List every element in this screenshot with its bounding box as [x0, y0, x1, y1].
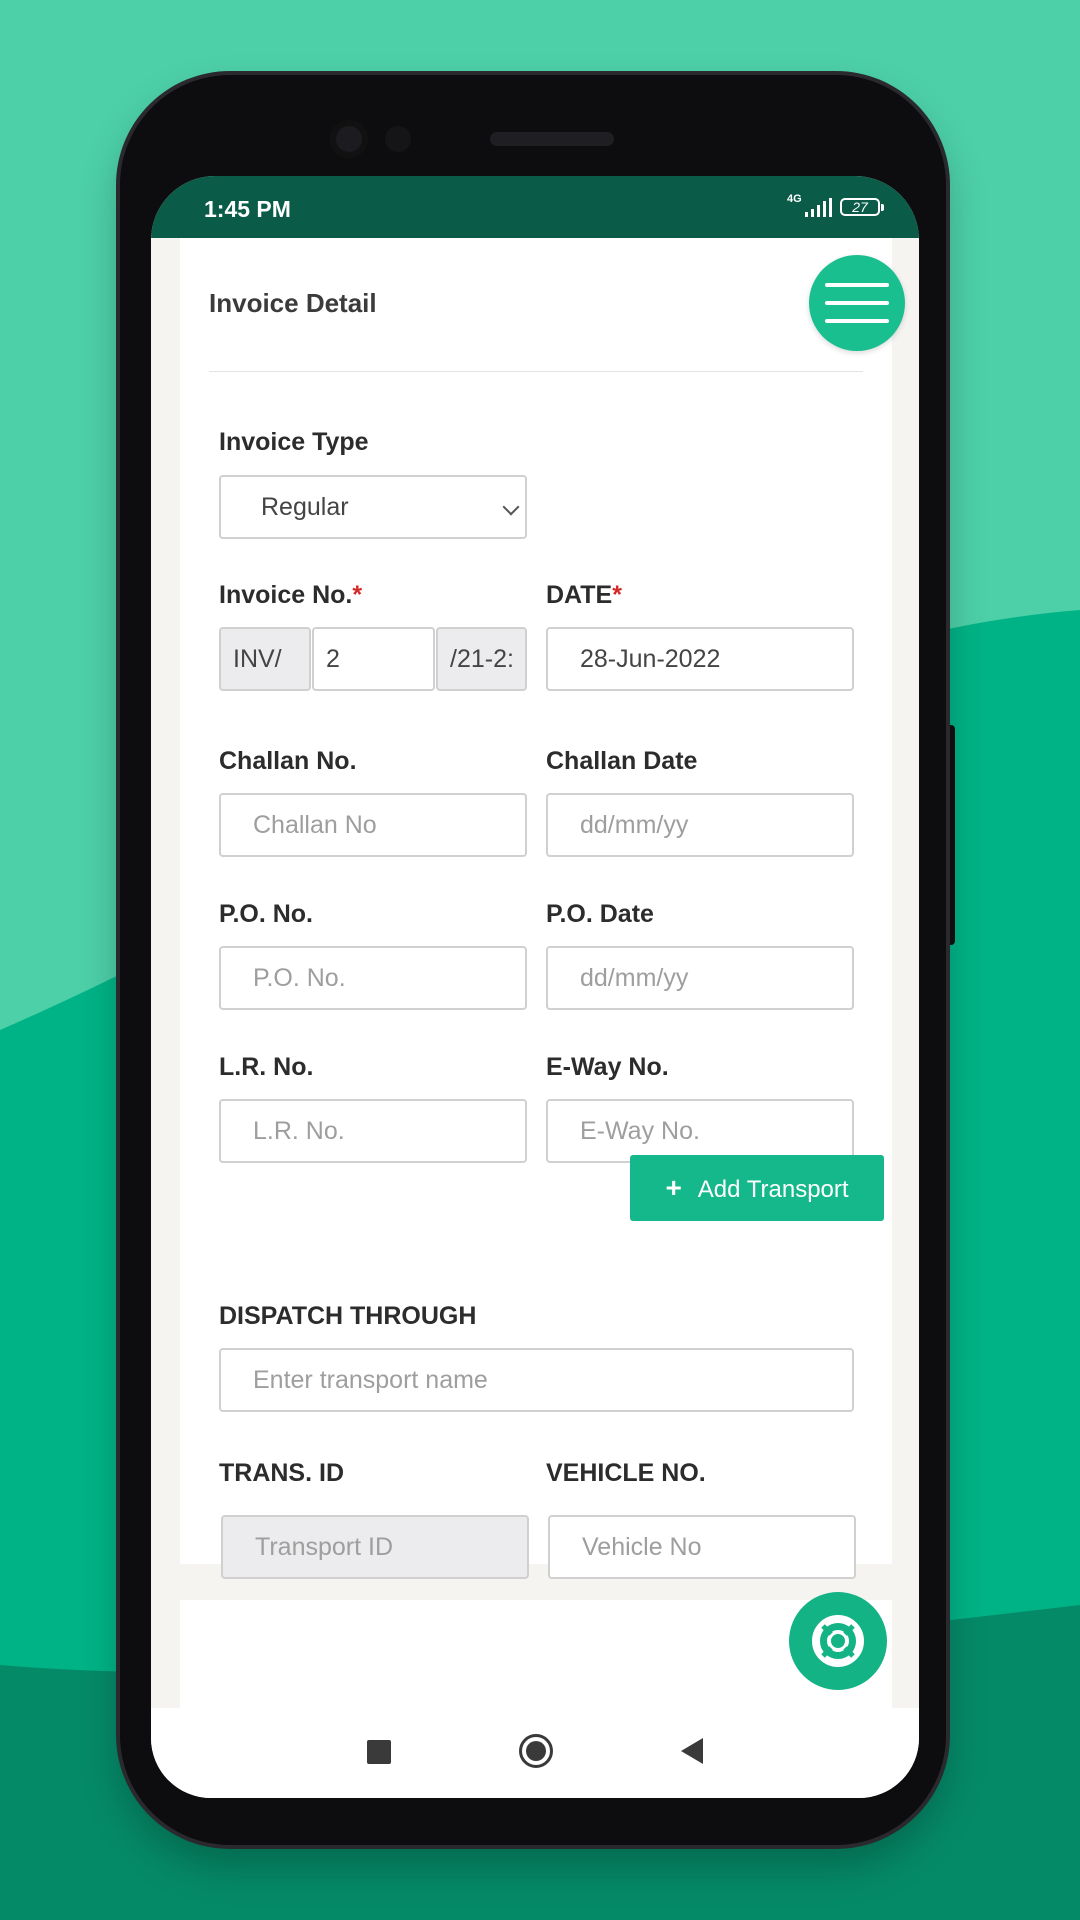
transport-id-input: Transport ID: [221, 1515, 529, 1579]
dispatch-through-input[interactable]: Enter transport name: [219, 1348, 854, 1412]
lr-no-input[interactable]: L.R. No.: [219, 1099, 527, 1163]
lifebuoy-icon: [812, 1615, 864, 1667]
challan-date-input[interactable]: dd/mm/yy: [546, 793, 854, 857]
invoice-number-input[interactable]: 2: [312, 627, 435, 691]
po-no-input[interactable]: P.O. No.: [219, 946, 527, 1010]
challan-no-input[interactable]: Challan No: [219, 793, 527, 857]
invoice-no-label: Invoice No.*: [219, 581, 362, 610]
add-transport-button[interactable]: + Add Transport: [630, 1155, 884, 1221]
invoice-type-value: Regular: [261, 493, 349, 521]
challan-no-label: Challan No.: [219, 747, 357, 775]
add-transport-label: Add Transport: [697, 1176, 849, 1203]
title-divider: [209, 371, 863, 372]
po-date-label: P.O. Date: [546, 900, 654, 928]
network-type-icon: 4G: [787, 193, 802, 205]
required-asterisk: *: [352, 581, 363, 609]
chevron-down-icon: [502, 498, 520, 516]
invoice-type-label: Invoice Type: [219, 428, 369, 456]
hamburger-menu-icon: [825, 319, 889, 323]
date-input[interactable]: 28-Jun-2022: [546, 627, 854, 691]
invoice-type-select[interactable]: Regular: [219, 475, 527, 539]
po-no-label: P.O. No.: [219, 900, 314, 928]
system-nav-bar: [151, 1708, 919, 1798]
hamburger-menu-icon: [825, 301, 889, 305]
required-asterisk: *: [612, 581, 622, 609]
invoice-prefix: INV/: [219, 627, 311, 691]
front-camera: [330, 120, 368, 158]
vehicle-no-label: VEHICLE NO.: [546, 1459, 706, 1487]
invoice-suffix: /21-2:: [436, 627, 527, 691]
dispatch-through-label: DISPATCH THROUGH: [219, 1302, 477, 1330]
phone-side-button: [945, 725, 955, 945]
battery-icon: 27: [840, 198, 884, 216]
square-icon[interactable]: [367, 1740, 391, 1764]
front-sensor: [385, 126, 411, 152]
date-label: DATE*: [546, 581, 622, 610]
invoice-no-label-text: Invoice No.: [219, 581, 353, 609]
circle-icon[interactable]: [519, 1734, 553, 1768]
status-time: 1:45 PM: [204, 196, 291, 222]
earpiece-speaker: [490, 132, 614, 146]
trans-id-label: TRANS. ID: [219, 1459, 344, 1487]
status-bar: 1:45 PM 4G 27: [151, 176, 919, 238]
eway-no-input[interactable]: E-Way No.: [546, 1099, 854, 1163]
challan-date-label: Challan Date: [546, 747, 698, 775]
date-label-text: DATE: [546, 581, 613, 609]
help-button[interactable]: [789, 1592, 887, 1690]
page-title: Invoice Detail: [209, 288, 377, 318]
signal-icon: [805, 198, 832, 217]
phone-screen: 1:45 PM 4G 27 Invoice Detail Invoice Typ…: [151, 176, 919, 1798]
main-content: Invoice Detail Invoice Type Regular Invo…: [151, 238, 919, 1750]
plus-icon: +: [665, 1172, 682, 1203]
po-date-input[interactable]: dd/mm/yy: [546, 946, 854, 1010]
lr-no-label: L.R. No.: [219, 1053, 314, 1081]
eway-no-label: E-Way No.: [546, 1053, 669, 1081]
menu-button[interactable]: [809, 255, 905, 351]
triangle-back-icon[interactable]: [681, 1738, 703, 1764]
hamburger-menu-icon: [825, 283, 889, 287]
invoice-detail-card: Invoice Detail Invoice Type Regular Invo…: [180, 238, 892, 1564]
vehicle-no-input[interactable]: Vehicle No: [548, 1515, 856, 1579]
